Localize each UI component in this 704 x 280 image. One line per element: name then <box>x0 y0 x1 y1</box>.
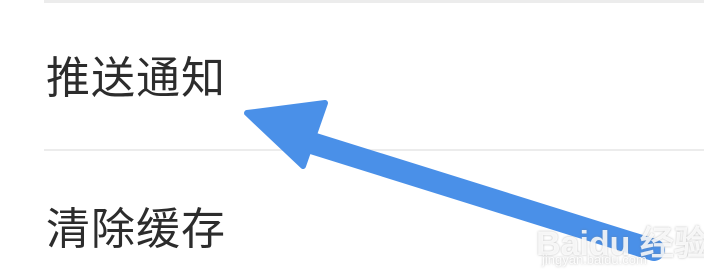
settings-item-label: 推送通知 <box>46 53 226 104</box>
settings-item-clear-cache[interactable]: 清除缓存 <box>0 151 704 280</box>
settings-item-push-notifications[interactable]: 推送通知 <box>0 3 704 149</box>
settings-item-label: 清除缓存 <box>46 204 226 255</box>
settings-list: 推送通知 清除缓存 <box>0 0 704 280</box>
